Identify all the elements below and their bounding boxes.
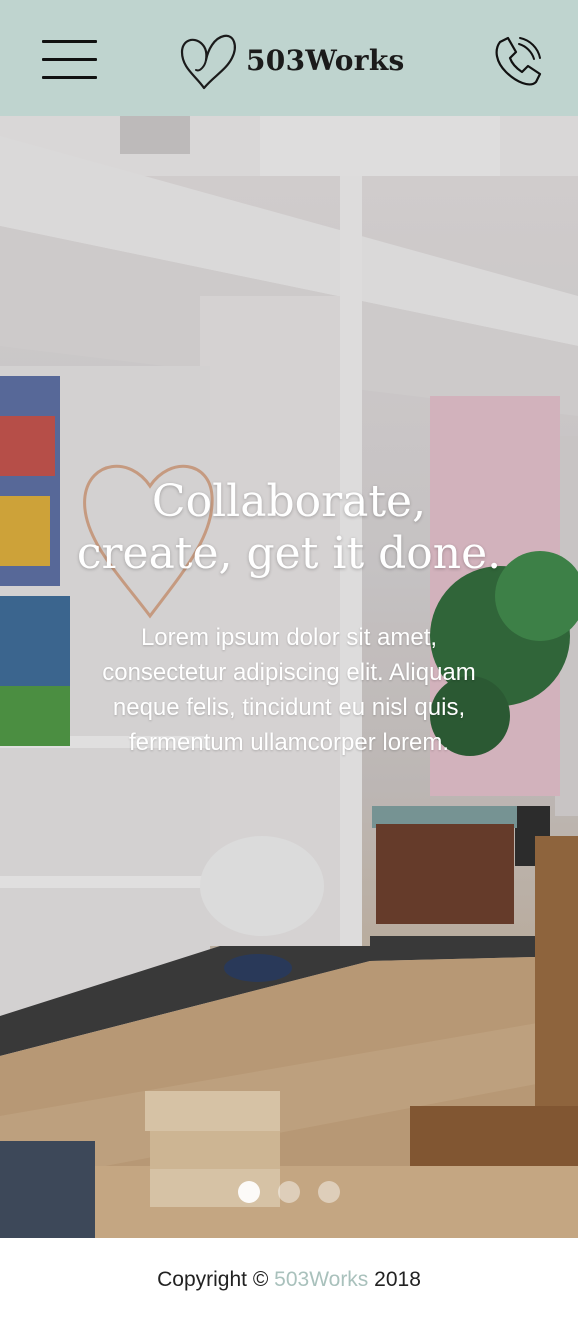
site-footer: Copyright © 503Works 2018 (0, 1238, 578, 1322)
hero-title: Collaborate, create, get it done. (76, 476, 502, 579)
copyright-year: 2018 (374, 1268, 421, 1291)
site-header: 503Works (0, 0, 578, 116)
phone-button[interactable] (486, 30, 548, 92)
carousel-indicators (238, 1181, 348, 1205)
carousel-dot-3[interactable] (318, 1181, 340, 1203)
footer-brand-link[interactable]: 503Works (274, 1268, 368, 1291)
copyright-text: Copyright © (157, 1268, 269, 1291)
heart-icon (180, 34, 236, 90)
carousel-dot-2[interactable] (278, 1181, 300, 1203)
menu-button[interactable] (40, 38, 100, 82)
site-logo[interactable]: 503Works (178, 30, 408, 92)
phone-icon (495, 36, 542, 86)
hero-description: Lorem ipsum dolor sit amet, consectetur … (102, 624, 476, 756)
carousel-dot-1[interactable] (238, 1181, 260, 1203)
hero-carousel: Collaborate, create, get it done. Lorem … (0, 116, 578, 1238)
hamburger-menu-icon (42, 40, 97, 43)
brand-name: 503Works (246, 44, 405, 77)
